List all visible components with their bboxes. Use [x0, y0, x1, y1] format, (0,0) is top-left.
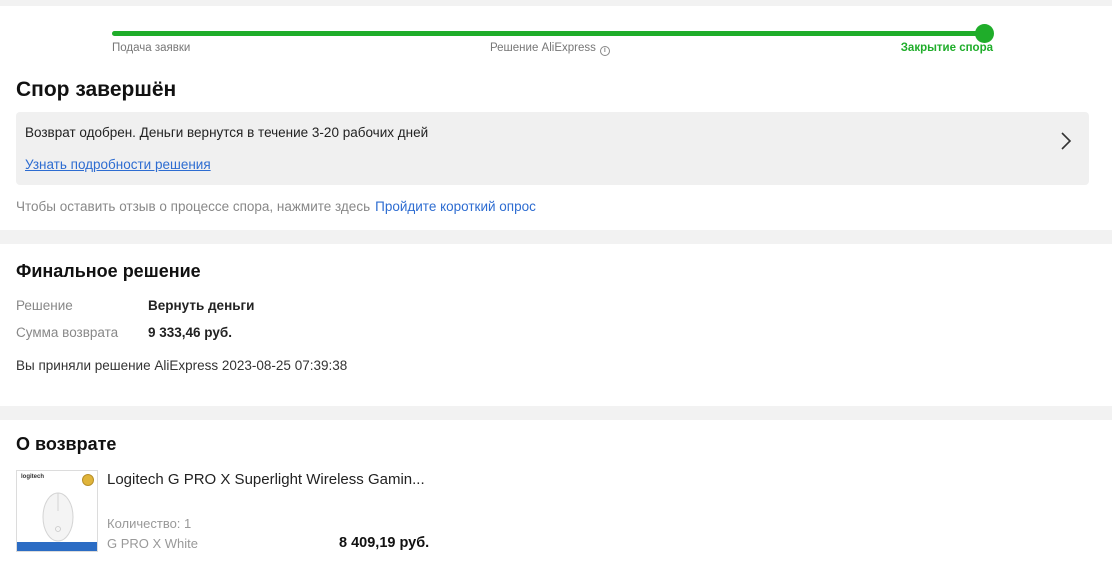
- decision-details-link[interactable]: Узнать подробности решения: [25, 157, 211, 172]
- refund-amount-value: 9 333,46 руб.: [148, 325, 232, 340]
- decision-label: Решение: [16, 298, 73, 313]
- thumbnail-banner: [17, 542, 97, 551]
- section-title-return: О возврате: [16, 434, 117, 454]
- dispute-progress-bar: [112, 24, 994, 43]
- info-icon[interactable]: i: [599, 46, 610, 56]
- chevron-right-icon[interactable]: [1059, 130, 1073, 152]
- accepted-decision-text: Вы приняли решение AliExpress 2023-08-25…: [16, 358, 348, 373]
- refund-amount-label: Сумма возврата: [16, 325, 119, 340]
- step-submit-request: Подача заявки: [112, 42, 191, 54]
- product-price: 8 409,19 руб.: [339, 535, 430, 551]
- survey-text: Чтобы оставить отзыв о процессе спора, н…: [16, 199, 371, 214]
- survey-link[interactable]: Пройдите короткий опрос: [375, 199, 536, 214]
- mouse-image-icon: [42, 492, 74, 542]
- product-thumbnail[interactable]: logitech: [16, 470, 98, 552]
- survey-prompt: Чтобы оставить отзыв о процессе спора, н…: [16, 199, 536, 214]
- step-close-dispute: Закрытие спора: [900, 42, 993, 54]
- step-aliexpress-decision: Решение AliExpress i: [490, 42, 610, 56]
- product-variant: G PRO X White: [107, 536, 199, 551]
- progress-fill: [112, 31, 984, 36]
- decision-value: Вернуть деньги: [148, 298, 255, 313]
- section-title-final-decision: Финальное решение: [16, 261, 201, 281]
- product-name-link[interactable]: Logitech G PRO X Superlight Wireless Gam…: [107, 471, 425, 488]
- refund-notice[interactable]: Возврат одобрен. Деньги вернутся в течен…: [16, 112, 1089, 185]
- return-info-card: О возврате logitech Logitech G PRO X Sup…: [0, 420, 1112, 568]
- dispute-status-card: Подача заявки Решение AliExpress i Закрыт…: [0, 6, 1112, 230]
- final-decision-card: Финальное решение Решение Вернуть деньги…: [0, 244, 1112, 406]
- step-label: Решение AliExpress: [490, 42, 596, 54]
- refund-notice-text: Возврат одобрен. Деньги вернутся в течен…: [25, 125, 429, 140]
- page-title: Спор завершён: [16, 78, 177, 101]
- progress-current-dot: [975, 24, 994, 43]
- product-quantity: Количество: 1: [107, 516, 192, 531]
